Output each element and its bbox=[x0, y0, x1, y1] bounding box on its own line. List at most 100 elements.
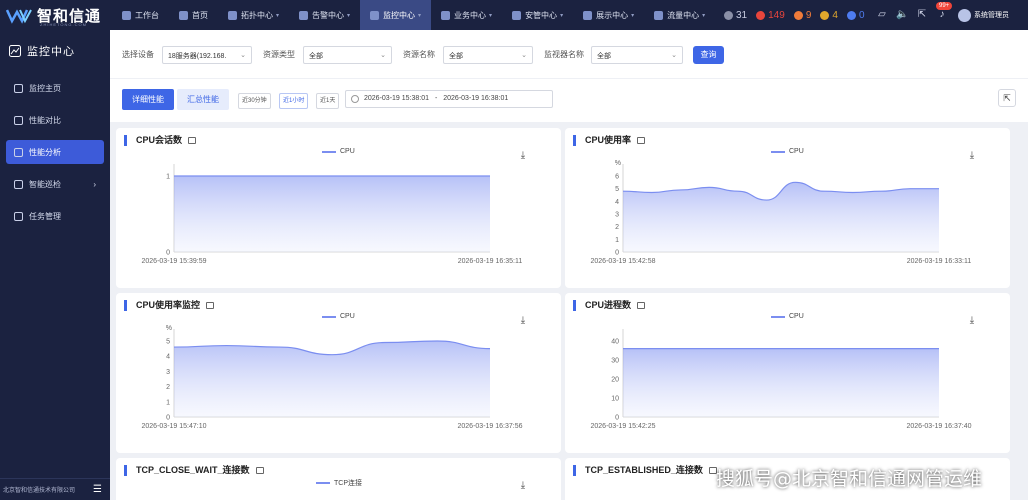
y-tick-label: 5 bbox=[166, 339, 170, 346]
business-icon bbox=[441, 10, 451, 20]
filter-bar: 选择设备 18服务器(192.168. ⌄ 资源类型 全部 ⌄ 资源名称 全部 ⌄ 监… bbox=[110, 30, 1028, 78]
range-1day[interactable]: 近1天 bbox=[316, 93, 340, 109]
sidebar-item-analysis[interactable]: 性能分析 bbox=[6, 140, 104, 164]
card-cpu-sessions: 0 1 2026-03-19 15:39:59 2026-03-19 16:35:11… bbox=[116, 128, 561, 288]
y-tick-label: 0 bbox=[615, 250, 619, 257]
hamburger-icon[interactable]: ☰ bbox=[93, 484, 102, 495]
alarm-count-3[interactable]: 4 bbox=[820, 10, 838, 21]
card-title: CPU使用率监控 bbox=[124, 300, 215, 311]
export-button[interactable]: ⇱ bbox=[998, 89, 1016, 107]
comment-icon[interactable] bbox=[188, 137, 197, 144]
bell-icon[interactable]: ♪ bbox=[936, 9, 948, 21]
nav-item-6[interactable]: 安管中心 ▾ bbox=[502, 0, 573, 30]
chevron-down-icon: ▾ bbox=[560, 12, 564, 19]
y-axis-unit: % bbox=[615, 160, 621, 167]
shirt-icon[interactable]: ▱ bbox=[876, 9, 888, 21]
y-tick-label: 3 bbox=[166, 369, 170, 376]
company-name: 北京智和信通技术有限公司 bbox=[3, 488, 76, 494]
download-icon[interactable]: ⤓ bbox=[965, 149, 979, 163]
date-start: 2026-03-19 15:38:01 bbox=[364, 95, 429, 102]
chevron-down-icon: ⌄ bbox=[380, 52, 386, 59]
alarm-level-icon bbox=[793, 10, 803, 20]
mute-icon[interactable]: 🔈 bbox=[896, 9, 908, 21]
card-title-text: CPU会话数 bbox=[136, 135, 183, 145]
nav-item-7[interactable]: 展示中心 ▾ bbox=[573, 0, 644, 30]
sidebar-item-monitor-home[interactable]: 监控主页 bbox=[6, 76, 104, 100]
x-tick-label: 2026-03-19 15:42:58 bbox=[591, 258, 656, 265]
home-icon bbox=[14, 83, 23, 93]
legend-label: CPU bbox=[340, 148, 355, 155]
card-title: CPU使用率 bbox=[573, 135, 646, 146]
nav-item-3[interactable]: 告警中心 ▾ bbox=[289, 0, 360, 30]
comment-icon[interactable] bbox=[255, 467, 264, 474]
alarm-count-2[interactable]: 9 bbox=[793, 10, 811, 21]
y-tick-label: 10 bbox=[611, 396, 619, 403]
x-tick-label: 2026-03-19 16:37:56 bbox=[458, 423, 523, 430]
download-icon[interactable]: ⤓ bbox=[516, 149, 530, 163]
nav-item-4[interactable]: 监控中心 ▾ bbox=[360, 0, 432, 30]
resource-select[interactable]: 全部 ⌄ bbox=[443, 46, 533, 64]
nav-item-1[interactable]: 首页 bbox=[169, 0, 218, 30]
x-tick-label: 2026-03-19 16:37:40 bbox=[907, 423, 972, 430]
nav-item-0[interactable]: 工作台 bbox=[112, 0, 169, 30]
y-tick-label: 1 bbox=[166, 399, 170, 406]
monitor-select[interactable]: 全部 ⌄ bbox=[591, 46, 683, 64]
device-select[interactable]: 18服务器(192.168. ⌄ bbox=[162, 46, 252, 64]
chart-legend: TCP连接 bbox=[316, 478, 362, 488]
expand-icon[interactable]: ⇱ bbox=[916, 9, 928, 21]
sidebar-item-label: 监控主页 bbox=[29, 83, 61, 93]
user-menu[interactable]: 系统管理员 bbox=[958, 0, 1009, 30]
type-select[interactable]: 全部 ⌄ bbox=[303, 46, 392, 64]
y-tick-label: 2 bbox=[166, 384, 170, 391]
comment-icon[interactable] bbox=[206, 302, 215, 309]
card-cpu-usage-monitor: % 0 1 2 3 4 5 2026-03-19 15:47:10 2026-03-19 16:… bbox=[116, 293, 561, 453]
desk-icon bbox=[122, 10, 131, 20]
range-30min[interactable]: 近30分钟 bbox=[238, 93, 271, 109]
monitor-icon bbox=[370, 10, 380, 20]
card-title: TCP_CLOSE_WAIT_连接数 bbox=[124, 465, 264, 476]
y-tick-label: 4 bbox=[166, 354, 170, 361]
task-icon bbox=[14, 211, 23, 221]
tab-detail[interactable]: 详细性能 bbox=[122, 89, 174, 110]
comment-icon[interactable] bbox=[637, 137, 646, 144]
legend-label: TCP连接 bbox=[334, 480, 362, 487]
range-1hour[interactable]: 近1小时 bbox=[279, 93, 309, 109]
series-area bbox=[174, 341, 490, 417]
monitor-label: 监视器名称 bbox=[544, 50, 584, 59]
card-title: CPU进程数 bbox=[573, 300, 646, 311]
watermark-text: 搜狐号@北京智和信通网管运维 bbox=[716, 468, 983, 490]
y-tick-label: 1 bbox=[615, 237, 619, 244]
sidebar-item-tasks[interactable]: 任务管理 bbox=[6, 204, 104, 228]
y-tick-label: 30 bbox=[611, 358, 619, 365]
nav-item-5[interactable]: 业务中心 ▾ bbox=[431, 0, 502, 30]
compare-icon bbox=[14, 115, 23, 125]
alarm-count-4[interactable]: 0 bbox=[846, 10, 865, 21]
sidebar-item-inspection[interactable]: 智能巡检 › bbox=[6, 172, 104, 196]
x-tick-label: 2026-03-19 15:39:59 bbox=[142, 258, 207, 265]
series-area bbox=[174, 176, 490, 252]
nav-item-label: 告警中心 bbox=[312, 10, 345, 20]
chevron-down-icon: ⌄ bbox=[671, 52, 677, 59]
download-icon[interactable]: ⤓ bbox=[516, 314, 530, 328]
chevron-down-icon: ⌄ bbox=[521, 52, 527, 59]
tab-summary[interactable]: 汇总性能 bbox=[177, 89, 229, 110]
comment-icon[interactable] bbox=[637, 302, 646, 309]
sidebar-item-compare[interactable]: 性能对比 bbox=[6, 108, 104, 132]
alarm-summary: 31 149 9 4 0 bbox=[724, 0, 874, 30]
card-title-text: TCP_ESTABLISHED_连接数 bbox=[585, 465, 703, 475]
download-icon[interactable]: ⤓ bbox=[516, 479, 530, 493]
alarm-count-label: 4 bbox=[832, 9, 838, 21]
card-title: CPU会话数 bbox=[124, 135, 197, 146]
sidebar-title: 监控中心 bbox=[0, 30, 110, 72]
date-range-picker[interactable]: 2026-03-19 15:38:01 - 2026-03-19 16:38:0… bbox=[345, 90, 553, 108]
nav-item-8[interactable]: 流量中心 ▾ bbox=[644, 0, 715, 30]
inspect-icon bbox=[14, 179, 23, 189]
chevron-down-icon: ▾ bbox=[489, 12, 493, 19]
alarm-count-0[interactable]: 31 bbox=[724, 10, 747, 21]
query-button[interactable]: 查询 bbox=[693, 46, 724, 64]
download-icon[interactable]: ⤓ bbox=[965, 314, 979, 328]
nav-item-2[interactable]: 拓扑中心 ▾ bbox=[218, 0, 289, 30]
chart-legend: CPU bbox=[771, 313, 804, 320]
x-tick-label: 2026-03-19 15:42:25 bbox=[591, 423, 656, 430]
alarm-count-1[interactable]: 149 bbox=[756, 10, 785, 21]
